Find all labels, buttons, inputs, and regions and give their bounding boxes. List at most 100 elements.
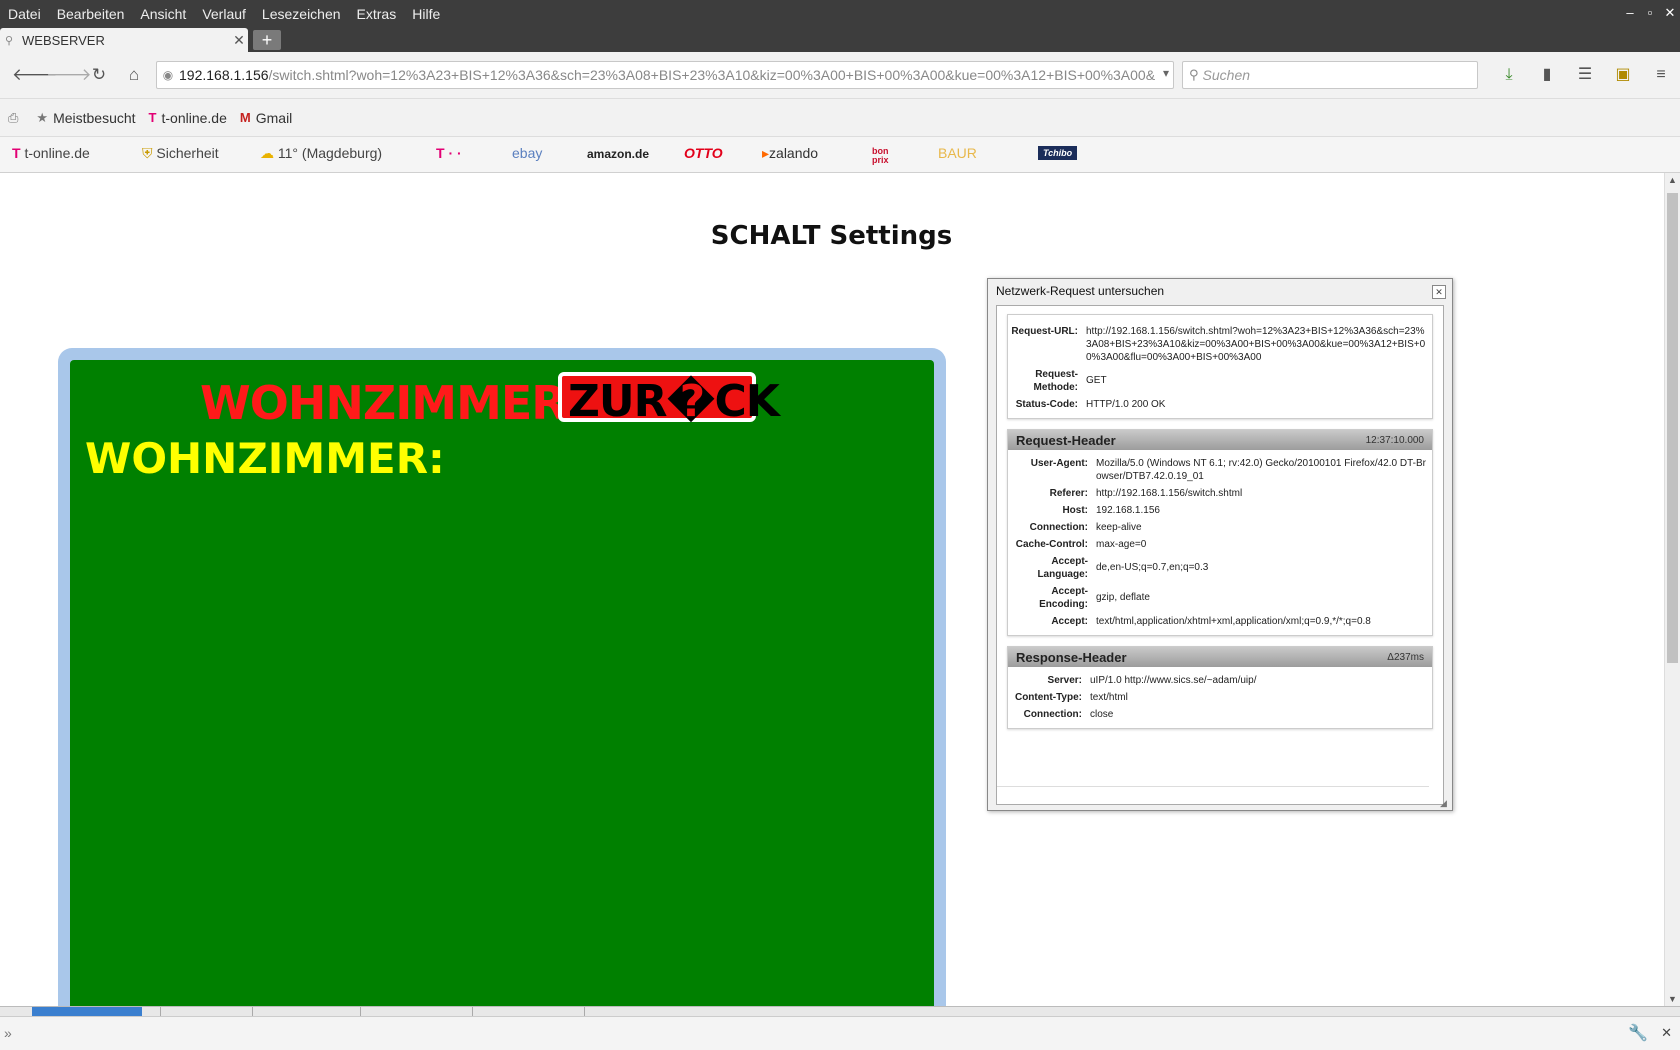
room-label: WOHNZIMMER:	[85, 434, 445, 483]
menu-lesezeichen[interactable]: Lesezeichen	[254, 0, 349, 28]
header-key: Server:	[1047, 675, 1082, 686]
header-row: Content-Type: text/html	[1008, 689, 1430, 706]
dialog-close-icon[interactable]: ✕	[1432, 285, 1446, 299]
menu-verlauf[interactable]: Verlauf	[194, 0, 254, 28]
header-key: Accept-Language:	[1037, 556, 1088, 580]
devtools-tab[interactable]	[584, 1007, 694, 1016]
scroll-down-icon[interactable]: ▼	[1668, 994, 1677, 1004]
url-dropdown-icon[interactable]: ▾	[1158, 66, 1169, 80]
header-key: Host:	[1062, 505, 1088, 516]
zalando-icon: ▸	[762, 145, 770, 161]
minimize-icon[interactable]: –	[1620, 0, 1640, 28]
devtools-tab-active[interactable]	[32, 1007, 142, 1016]
devtools-tab[interactable]	[160, 1007, 240, 1016]
amazon-logo[interactable]: amazon.de	[587, 147, 649, 161]
header-row: Accept-Language: de,en-US;q=0.7,en;q=0.3	[1008, 553, 1430, 583]
menu-datei[interactable]: Datei	[0, 0, 49, 28]
tchibo-logo[interactable]: Tchibo	[1038, 146, 1078, 160]
close-console-icon[interactable]: ✕	[1661, 1025, 1672, 1041]
menu-hilfe[interactable]: Hilfe	[404, 0, 448, 28]
scrollbar-thumb[interactable]	[1667, 193, 1678, 663]
response-header-title: Response-Header	[1016, 649, 1127, 665]
telekom-logo[interactable]: T · ·	[436, 145, 462, 161]
wrench-icon[interactable]: 🔧	[1628, 1023, 1648, 1043]
header-row: Connection: keep-alive	[1008, 519, 1430, 536]
tab-title: WEBSERVER	[22, 32, 105, 48]
baur-logo[interactable]: BAUR	[938, 145, 977, 161]
header-value: Mozilla/5.0 (Windows NT 6.1; rv:42.0) Ge…	[1096, 458, 1426, 482]
url-bar[interactable]: ◉ 192.168.1.156 /switch.shtml?woh=12%3A2…	[156, 61, 1174, 89]
most-visited-icon: ★	[36, 109, 49, 125]
header-key: Accept:	[1051, 616, 1088, 627]
bookmarks-toolbar: ⎙ ★ Meistbesucht Tt-online.de M Gmail	[0, 99, 1680, 137]
vertical-scrollbar[interactable]: ▲ ▼	[1664, 173, 1680, 1006]
zalando-logo[interactable]: ▸zalando	[762, 145, 818, 162]
reading-list-icon[interactable]: ☰	[1566, 63, 1604, 87]
dialog-horizontal-scrollbar[interactable]	[997, 786, 1429, 800]
header-value: uIP/1.0 http://www.sics.se/~adam/uip/	[1090, 675, 1257, 686]
header-value: close	[1090, 709, 1114, 720]
download-icon[interactable]: ⤓	[1490, 63, 1528, 87]
otto-logo[interactable]: OTTO	[684, 145, 723, 161]
devtools-tab[interactable]	[252, 1007, 342, 1016]
bonprix-logo[interactable]: bon prix	[872, 147, 896, 165]
gmail-icon: M	[239, 110, 251, 125]
response-header-duration: Δ237ms	[1387, 651, 1424, 663]
close-window-icon[interactable]: ✕	[1660, 0, 1680, 28]
reload-icon[interactable]: ↻	[86, 63, 112, 87]
forward-icon[interactable]: 🡒	[46, 63, 92, 87]
request-url-value: http://192.168.1.156/switch.shtml?woh=12…	[1086, 326, 1426, 363]
room-panel-body: WOHNZIMMER ZUR�CK WOHNZIMMER:	[70, 360, 934, 1006]
ebay-logo[interactable]: ebay	[512, 145, 542, 161]
header-row: Connection: close	[1008, 706, 1430, 723]
header-key: User-Agent:	[1030, 458, 1088, 469]
hamburger-menu-icon[interactable]: ≡	[1642, 63, 1680, 87]
bookmark-icon[interactable]: ▮	[1528, 63, 1566, 87]
url-path: /switch.shtml?woh=12%3A23+BIS+12%3A36&sc…	[268, 67, 1156, 83]
new-tab-button[interactable]: +	[253, 30, 281, 50]
weather-icon: ☁	[260, 145, 274, 161]
request-header-title: Request-Header	[1016, 432, 1116, 448]
back-icon[interactable]: 🡐	[12, 63, 58, 87]
request-header-heading: Request-Header 12:37:10.000	[1008, 430, 1432, 450]
tab-strip: ⚲ WEBSERVER ✕ +	[0, 28, 1680, 52]
tab-webserver[interactable]: ⚲ WEBSERVER ✕	[0, 28, 248, 52]
room-panel: WOHNZIMMER ZUR�CK WOHNZIMMER:	[58, 348, 946, 1006]
header-key: Cache-Control:	[1015, 539, 1088, 550]
close-tab-icon[interactable]: ✕	[230, 32, 248, 49]
header-row: Server: uIP/1.0 http://www.sics.se/~adam/…	[1008, 672, 1430, 689]
response-header-section: Response-Header Δ237ms Server: uIP/1.0 ht…	[1007, 646, 1433, 729]
print-icon[interactable]: ⎙	[8, 110, 23, 126]
search-input[interactable]: ⚲ Suchen	[1182, 61, 1478, 89]
t-online-logo-icon: T	[12, 145, 21, 161]
bookmark-t-online[interactable]: Tt-online.de	[149, 110, 227, 126]
header-value: text/html	[1090, 692, 1128, 703]
scroll-up-icon[interactable]: ▲	[1668, 175, 1677, 185]
bookmark-meistbesucht[interactable]: ★ Meistbesucht	[36, 110, 135, 126]
console-command-line[interactable]: » 🔧 ✕	[0, 1016, 1680, 1050]
window-controls: – ▫ ✕	[1620, 0, 1680, 28]
header-row: User-Agent: Mozilla/5.0 (Windows NT 6.1; …	[1008, 455, 1430, 485]
home-icon[interactable]: ⌂	[121, 63, 147, 87]
site-info-icon[interactable]: ◉	[157, 68, 179, 82]
header-row: Cache-Control: max-age=0	[1008, 536, 1430, 553]
devtools-tab-strip	[0, 1006, 1680, 1016]
account-icon[interactable]: ▣	[1604, 63, 1642, 87]
room-header: WOHNZIMMER	[200, 376, 567, 430]
resize-grip-icon[interactable]: ◢	[1440, 798, 1450, 808]
network-request-dialog: Netzwerk-Request untersuchen ✕ Request-U…	[987, 278, 1453, 811]
header-value: http://192.168.1.156/switch.shtml	[1096, 488, 1243, 499]
menu-extras[interactable]: Extras	[349, 0, 405, 28]
back-button[interactable]: ZUR�CK	[558, 372, 780, 427]
menu-bearbeiten[interactable]: Bearbeiten	[49, 0, 133, 28]
devtools-tab[interactable]	[472, 1007, 572, 1016]
bookmark-gmail[interactable]: M Gmail	[240, 110, 292, 126]
menu-ansicht[interactable]: Ansicht	[132, 0, 194, 28]
maximize-icon[interactable]: ▫	[1640, 0, 1660, 28]
security-link[interactable]: ⛨ Sicherheit	[142, 145, 219, 162]
request-method-row: Request-Methode: GET	[1008, 366, 1430, 396]
weather-link[interactable]: ☁ 11° (Magdeburg)	[260, 145, 382, 162]
t-online-home-link[interactable]: T t-online.de	[12, 145, 90, 161]
devtools-tab[interactable]	[360, 1007, 460, 1016]
header-value: keep-alive	[1096, 522, 1142, 533]
